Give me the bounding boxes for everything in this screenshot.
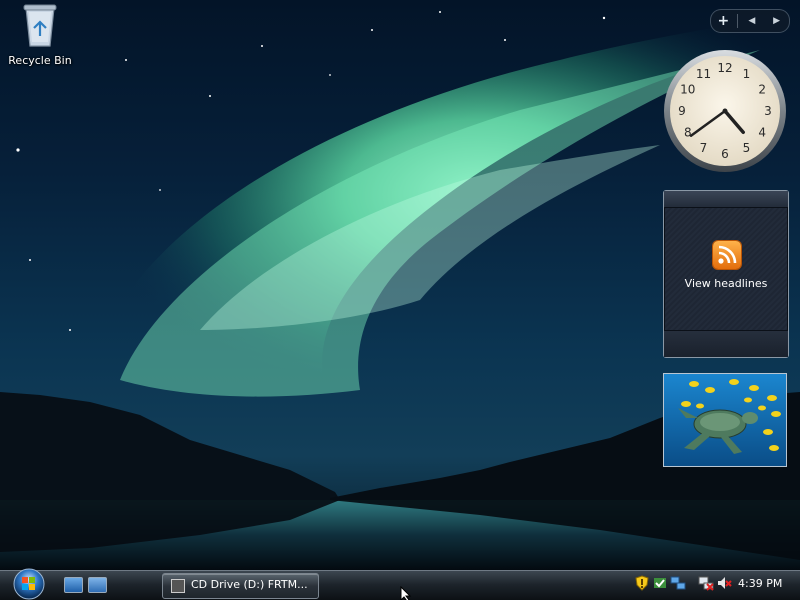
show-desktop-icon[interactable]	[64, 577, 83, 593]
windows-orb-icon	[13, 568, 45, 600]
desktop-icon-recycle-bin[interactable]: Recycle Bin	[4, 2, 76, 74]
sidebar-controls-divider	[737, 14, 739, 28]
clock-number-9: 9	[678, 104, 686, 118]
view-headlines-link[interactable]: View headlines	[664, 277, 788, 290]
taskbar-clock[interactable]: 4:39 PM	[738, 577, 782, 590]
clock-number-2: 2	[758, 83, 766, 97]
feed-top-band	[664, 191, 788, 208]
taskbar-button-cd-drive[interactable]: CD Drive (D:) FRTM...	[162, 573, 319, 599]
clock-number-12: 12	[717, 61, 732, 75]
windows-defender-icon[interactable]	[652, 575, 668, 591]
recycle-bin-icon	[20, 2, 60, 48]
clock-number-10: 10	[680, 83, 695, 97]
clock-number-4: 4	[758, 126, 766, 140]
mouse-cursor-icon	[400, 585, 412, 600]
clock-number-7: 7	[700, 141, 708, 155]
recycle-bin-label: Recycle Bin	[8, 54, 72, 67]
cd-drive-icon	[171, 579, 185, 593]
add-gadget-button[interactable]: +	[712, 11, 734, 31]
slideshow-gadget[interactable]	[663, 373, 787, 467]
clock-number-1: 1	[743, 67, 751, 81]
security-shield-icon[interactable]	[634, 575, 650, 591]
network-icon[interactable]	[670, 575, 686, 591]
rss-icon	[713, 241, 741, 269]
clock-number-6: 6	[721, 147, 729, 161]
volume-muted-icon[interactable]	[716, 575, 732, 591]
switch-windows-icon[interactable]	[88, 577, 107, 593]
sea-turtle-photo	[664, 374, 786, 466]
clock-number-8: 8	[684, 126, 692, 140]
clock-number-3: 3	[764, 104, 772, 118]
start-button[interactable]	[8, 566, 50, 600]
network-disconnected-icon[interactable]	[698, 575, 714, 591]
clock-number-5: 5	[743, 141, 751, 155]
sidebar-previous-button[interactable]: ◀	[741, 11, 763, 31]
feed-bottom-band	[664, 330, 788, 357]
clock-gadget[interactable]: 12 1 2 3 4 5 6 7 8 9 10 11	[662, 48, 788, 174]
sidebar-controls: + ◀ ▶	[710, 9, 790, 33]
clock-number-11: 11	[696, 67, 711, 81]
taskbar-button-label: CD Drive (D:) FRTM...	[191, 578, 308, 591]
analog-clock-face: 12 12 3 45678 9 1011	[664, 50, 786, 172]
feed-headlines-gadget[interactable]: View headlines	[663, 190, 789, 358]
sidebar-next-button[interactable]: ▶	[766, 11, 788, 31]
